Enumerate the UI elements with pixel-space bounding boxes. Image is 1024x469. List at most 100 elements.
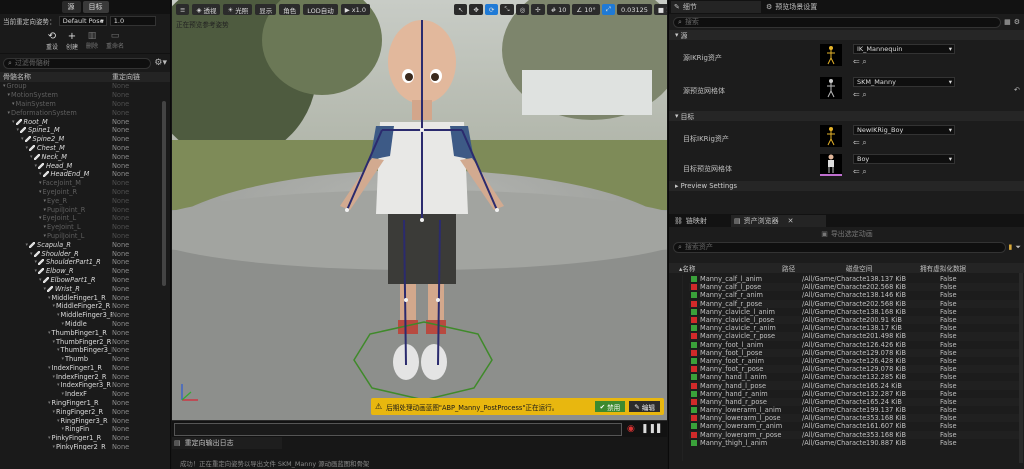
expand-icon[interactable]: ▾ (48, 365, 51, 371)
menu-button[interactable]: ≡ (176, 4, 190, 15)
tree-row[interactable]: ▾ IndexFinger2_R None (3, 372, 170, 381)
asset-row[interactable]: Manny_lowerarm_r_anim/All/Game/Characte 1… (689, 422, 1021, 430)
tree-row[interactable]: ▾ ThumbFinger3_R None (3, 346, 170, 355)
expand-icon[interactable]: ▾ (26, 145, 29, 151)
expand-icon[interactable]: ▾ (62, 321, 65, 327)
asset-row[interactable]: Manny_calf_l_anim/All/Game/Characte 138.1… (689, 275, 1021, 283)
tree-row[interactable]: ▾ Thumb None (3, 355, 170, 364)
tree-row[interactable]: ▾ IndexF None (3, 390, 170, 399)
expand-icon[interactable]: ▾ (44, 224, 47, 230)
folder-icon[interactable]: ▮ (1009, 243, 1013, 251)
asset-row[interactable]: Manny_hand_r_pose/All/Game/Characte 165.2… (689, 397, 1021, 406)
asset-row[interactable]: Manny_hand_l_pose/All/Game/Characte 165.2… (689, 381, 1021, 390)
grid-snap-button[interactable]: #10 (546, 4, 571, 15)
rotate-button[interactable]: ⟳ (484, 4, 499, 15)
expand-icon[interactable]: ▾ (30, 154, 33, 160)
section-target[interactable]: ▾ 目标 (669, 111, 1024, 121)
asset-row[interactable]: Manny_thigh_l_anim/All/Game/Characte 190.… (689, 439, 1021, 447)
asset-row[interactable]: Manny_lowerarm_r_pose/All/Game/Characte 3… (689, 430, 1021, 439)
expand-icon[interactable]: ▾ (48, 330, 51, 336)
expand-icon[interactable]: ▾ (26, 242, 29, 248)
asset-row[interactable]: Manny_clavicle_l_pose/All/Game/Characte 2… (689, 315, 1021, 325)
tab-chain-mapping[interactable]: ⛓ 链映射 (671, 215, 729, 227)
tree-row[interactable]: ▾ FaceJoint_M None (3, 179, 170, 188)
show-button[interactable]: 显示 (255, 4, 277, 15)
play-speed-button[interactable]: ▶ x1.0 (340, 4, 370, 15)
expand-icon[interactable]: ▾ (48, 400, 51, 406)
section-preview-settings[interactable]: ▸ Preview Settings (669, 181, 1024, 191)
expand-icon[interactable]: ▾ (57, 312, 60, 318)
tab-details[interactable]: ✎ 细节 (671, 1, 761, 13)
lod-button[interactable]: LOD自动 (303, 4, 338, 15)
timeline-scrubber[interactable] (174, 423, 622, 436)
tree-row[interactable]: ▾ Scapula_R None (3, 240, 170, 249)
tree-row[interactable]: ▾ RingFin None (3, 425, 170, 434)
tree-row[interactable]: ▾ PinkyFinger2_R None (3, 443, 170, 450)
delete-button[interactable]: ▥ 删除 (86, 31, 98, 50)
expand-icon[interactable]: ▾ (35, 163, 38, 169)
tree-row[interactable]: ▾ IndexFinger1_R None (3, 364, 170, 373)
expand-icon[interactable]: ▾ (12, 119, 15, 125)
asset-row[interactable]: Manny_hand_l_anim/All/Game/Characte 132.2… (689, 373, 1021, 381)
tgt-ik-select[interactable]: NewIKRig_Boy ▾ (853, 125, 955, 135)
character-model[interactable] (172, 0, 667, 420)
mannequin-thumbnail[interactable] (820, 44, 842, 66)
expand-icon[interactable]: ▾ (44, 198, 47, 204)
expand-icon[interactable]: ▾ (35, 268, 38, 274)
filter-icon[interactable]: ⏷ (1015, 243, 1021, 252)
retarget-pose-select[interactable]: Default Pose ▾ (58, 16, 107, 26)
tree-row[interactable]: ▾ DeformationSystem None (3, 108, 170, 117)
asset-search-input[interactable]: ⌕ 搜索资产 (673, 241, 1006, 253)
tree-row[interactable]: ▾ ThumbFinger2_R None (3, 337, 170, 346)
tgt-mesh-select[interactable]: Boy ▾ (853, 154, 955, 164)
tree-row[interactable]: ▾ MotionSystem None (3, 91, 170, 100)
expand-icon[interactable]: ▾ (62, 356, 65, 362)
col-virtual[interactable]: 拥有虚拟化数据 (920, 263, 1000, 273)
expand-icon[interactable]: ▾ (21, 136, 24, 142)
grid-view-icon[interactable]: ▦ (1004, 18, 1011, 26)
record-icon[interactable]: ◉ (627, 424, 635, 434)
expand-icon[interactable]: ▾ (57, 382, 60, 388)
reset-button[interactable]: ⟲ 重设 (46, 31, 58, 51)
tree-row[interactable]: ▾ MiddleFinger1_R None (3, 293, 170, 302)
scale-snap-value[interactable]: 0.03125 (616, 4, 652, 15)
tree-row[interactable]: ▾ HeadEnd_M None (3, 170, 170, 179)
expand-icon[interactable]: ▾ (53, 444, 56, 450)
tab-preview-scene[interactable]: ⚙ 预览场景设置 (763, 1, 873, 13)
character-button[interactable]: 角色 (279, 4, 301, 15)
boy-thumbnail[interactable] (820, 154, 842, 176)
asset-row[interactable]: Manny_lowerarm_l_anim/All/Game/Characte 1… (689, 406, 1021, 414)
export-button[interactable]: ▣ 导出选定动画 (669, 228, 1024, 240)
expand-icon[interactable]: ▾ (8, 92, 11, 98)
asset-row[interactable]: Manny_clavicle_l_anim/All/Game/Characte 1… (689, 308, 1021, 316)
asset-row[interactable]: Manny_calf_r_pose/All/Game/Characte 202.5… (689, 299, 1021, 308)
expand-icon[interactable]: ▾ (35, 259, 38, 265)
tree-row[interactable]: ▾ EyeJoint_R None (3, 188, 170, 197)
expand-icon[interactable]: ▾ (39, 171, 42, 177)
boy-ik-thumbnail[interactable] (820, 125, 842, 147)
asset-row[interactable]: Manny_calf_r_anim/All/Game/Characte 138.1… (689, 291, 1021, 299)
tree-row[interactable]: ▾ EyeJoint_L None (3, 214, 170, 223)
expand-icon[interactable]: ▾ (57, 347, 60, 353)
viewport[interactable]: ≡ ◈ 透视 ☀ 光照 显示 角色 LOD自动 ▶ x1.0 ↖ ✥ ⟳ ⤡ ◎ ✢ … (172, 0, 667, 420)
tree-row[interactable]: ▾ Group None (3, 82, 170, 91)
col-path[interactable]: 路径 (782, 263, 846, 273)
bone-filter-input[interactable]: ⌕ 过滤骨骼树 (3, 57, 152, 69)
close-icon[interactable]: ✕ (788, 217, 794, 225)
tree-row[interactable]: ▾ MiddleFinger3_R None (3, 311, 170, 320)
tree-row[interactable]: ▾ ElbowPart1_R None (3, 276, 170, 285)
scale-snap-button[interactable]: ⤢ (601, 4, 615, 15)
expand-icon[interactable]: ▾ (39, 277, 42, 283)
disable-button[interactable]: ✔ 禁用 (594, 401, 626, 412)
tree-row[interactable]: ▾ PupilJoint_R None (3, 205, 170, 214)
expand-icon[interactable]: ▾ (48, 295, 51, 301)
angle-snap-button[interactable]: ∠ 10° (572, 4, 600, 15)
tree-row[interactable]: ▾ Eye_R None (3, 196, 170, 205)
expand-icon[interactable]: ▾ (17, 127, 20, 133)
camera-speed-button[interactable]: ■1 (653, 4, 667, 15)
perspective-button[interactable]: ◈ 透视 (192, 4, 221, 15)
step-icon[interactable]: ▐ (654, 424, 660, 433)
tree-row[interactable]: ▾ Elbow_R None (3, 267, 170, 276)
expand-icon[interactable]: ▾ (48, 435, 51, 441)
world-local-button[interactable]: ◎ (515, 4, 530, 15)
